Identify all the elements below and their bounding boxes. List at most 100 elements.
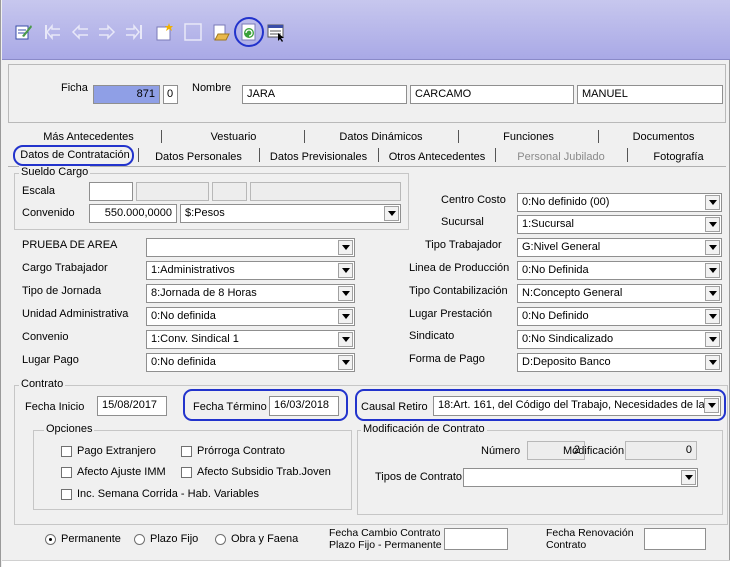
escala-desc-field	[250, 182, 401, 201]
unidad-administrativa-value: 0:No definida	[151, 310, 216, 322]
linea-produccion-value: 0:No Definida	[522, 264, 589, 276]
ficha-suffix-field[interactable]: 0	[163, 85, 178, 104]
tab-datos-personales[interactable]: Datos Personales	[141, 151, 256, 167]
sucursal-label: Sucursal	[441, 216, 484, 228]
tab-otros-antecedentes[interactable]: Otros Antecedentes	[381, 151, 493, 167]
tab-separator	[259, 148, 260, 162]
lugar-pago-select[interactable]: 0:No definida	[146, 353, 355, 372]
linea-produccion-select[interactable]: 0:No Definida	[517, 261, 722, 280]
contrato-title: Contrato	[19, 378, 66, 390]
causal-retiro-select[interactable]: 18:Art. 161, del Código del Trabajo, Nec…	[433, 396, 721, 416]
causal-retiro-label: Causal Retiro	[361, 401, 428, 413]
chevron-down-icon[interactable]	[704, 398, 719, 413]
chevron-down-icon[interactable]	[338, 332, 353, 347]
prueba-area-select[interactable]	[146, 238, 355, 257]
prorroga-checkbox[interactable]	[181, 446, 192, 457]
lugar-prestacion-select[interactable]: 0:No Definido	[517, 307, 722, 326]
tipos-contrato-label: Tipos de Contrato	[375, 471, 463, 483]
next-record-icon[interactable]	[96, 21, 118, 43]
fecha-inicio-label: Fecha Inicio	[25, 401, 85, 413]
tab-datos-previsionales[interactable]: Datos Previsionales	[261, 151, 376, 167]
obra-faena-radio[interactable]	[215, 534, 226, 545]
lugar-pago-value: 0:No definida	[151, 356, 216, 368]
escala-level-field	[212, 182, 247, 201]
chevron-down-icon[interactable]	[681, 470, 696, 485]
permanente-radio[interactable]	[45, 534, 56, 545]
chevron-down-icon[interactable]	[338, 286, 353, 301]
tab-funciones[interactable]: Funciones	[461, 131, 596, 147]
escala-field[interactable]	[89, 182, 133, 201]
forma-pago-label: Forma de Pago	[409, 353, 485, 365]
chevron-down-icon[interactable]	[338, 240, 353, 255]
convenido-field[interactable]: 550.000,0000	[89, 204, 177, 223]
chevron-down-icon[interactable]	[338, 263, 353, 278]
nombre-label: Nombre	[192, 82, 232, 94]
tab-separator	[304, 130, 305, 143]
unidad-administrativa-select[interactable]: 0:No definida	[146, 307, 355, 326]
ficha-field[interactable]: 871	[93, 85, 160, 104]
first-record-icon[interactable]	[42, 21, 64, 43]
cargo-trabajador-label: Cargo Trabajador	[22, 262, 108, 274]
moneda-select[interactable]: $:Pesos	[180, 204, 401, 223]
apellido-materno-field[interactable]: CARCAMO	[410, 85, 574, 104]
pago-extranjero-checkbox[interactable]	[61, 446, 72, 457]
sucursal-value: 1:Sucursal	[522, 218, 574, 230]
fecha-termino-field[interactable]: 16/03/2018	[269, 396, 339, 416]
tipo-trabajador-label: Tipo Trabajador	[425, 239, 502, 251]
unidad-administrativa-label: Unidad Administrativa	[22, 308, 129, 320]
edit-icon[interactable]	[12, 21, 34, 43]
chevron-down-icon[interactable]	[705, 309, 720, 324]
chevron-down-icon[interactable]	[705, 240, 720, 255]
tab-vestuario[interactable]: Vestuario	[166, 131, 301, 147]
tab-datos-dinamicos[interactable]: Datos Dinámicos	[306, 131, 456, 147]
chevron-down-icon[interactable]	[338, 355, 353, 370]
tab-separator	[161, 130, 162, 143]
fecha-cambio-field[interactable]	[444, 528, 508, 550]
chevron-down-icon[interactable]	[338, 309, 353, 324]
tipo-jornada-select[interactable]: 8:Jornada de 8 Horas	[146, 284, 355, 303]
afecto-subsidio-checkbox[interactable]	[181, 467, 192, 478]
lugar-pago-label: Lugar Pago	[22, 354, 79, 366]
chevron-down-icon[interactable]	[705, 217, 720, 232]
plazo-fijo-radio[interactable]	[134, 534, 145, 545]
causal-retiro-value: 18:Art. 161, del Código del Trabajo, Nec…	[438, 399, 716, 411]
linea-produccion-label: Linea de Producción	[409, 262, 510, 274]
open-folder-icon[interactable]	[210, 21, 232, 43]
tipo-trabajador-select[interactable]: G:Nivel General	[517, 238, 722, 257]
last-record-icon[interactable]	[123, 21, 145, 43]
tipos-contrato-select[interactable]	[463, 468, 698, 487]
sindicato-select[interactable]: 0:No Sindicalizado	[517, 330, 722, 349]
tab-separator	[378, 148, 379, 162]
cargo-trabajador-select[interactable]: 1:Administrativos	[146, 261, 355, 280]
forma-pago-select[interactable]: D:Deposito Banco	[517, 353, 722, 372]
tab-separator	[138, 148, 139, 162]
fecha-inicio-field[interactable]: 15/08/2017	[97, 396, 167, 416]
chevron-down-icon[interactable]	[705, 263, 720, 278]
tipo-contabilizacion-label: Tipo Contabilización	[409, 285, 508, 297]
nombres-field[interactable]: MANUEL	[577, 85, 723, 104]
tab-documentos[interactable]: Documentos	[601, 131, 726, 147]
centro-costo-select[interactable]: 0:No definido (00)	[517, 193, 722, 212]
convenio-value: 1:Conv. Sindical 1	[151, 333, 239, 345]
lugar-prestacion-label: Lugar Prestación	[409, 308, 493, 320]
tipo-contabilizacion-select[interactable]: N:Concepto General	[517, 284, 722, 303]
chevron-down-icon[interactable]	[384, 206, 399, 221]
tab-fotografia[interactable]: Fotografía	[631, 151, 726, 167]
sucursal-select[interactable]: 1:Sucursal	[517, 215, 722, 234]
semana-corrida-checkbox[interactable]	[61, 489, 72, 500]
chevron-down-icon[interactable]	[705, 195, 720, 210]
blank-icon[interactable]	[182, 21, 204, 43]
prorroga-label: Prórroga Contrato	[197, 445, 286, 457]
chevron-down-icon[interactable]	[705, 332, 720, 347]
list-view-icon[interactable]	[265, 21, 287, 43]
moneda-value: $:Pesos	[185, 207, 225, 219]
previous-record-icon[interactable]	[69, 21, 91, 43]
apellido-paterno-field[interactable]: JARA	[242, 85, 407, 104]
fecha-renovacion-field[interactable]	[644, 528, 706, 550]
chevron-down-icon[interactable]	[705, 355, 720, 370]
afecto-imm-checkbox[interactable]	[61, 467, 72, 478]
new-record-icon[interactable]	[153, 21, 175, 43]
chevron-down-icon[interactable]	[705, 286, 720, 301]
cargo-trabajador-value: 1:Administrativos	[151, 264, 235, 276]
convenio-select[interactable]: 1:Conv. Sindical 1	[146, 330, 355, 349]
